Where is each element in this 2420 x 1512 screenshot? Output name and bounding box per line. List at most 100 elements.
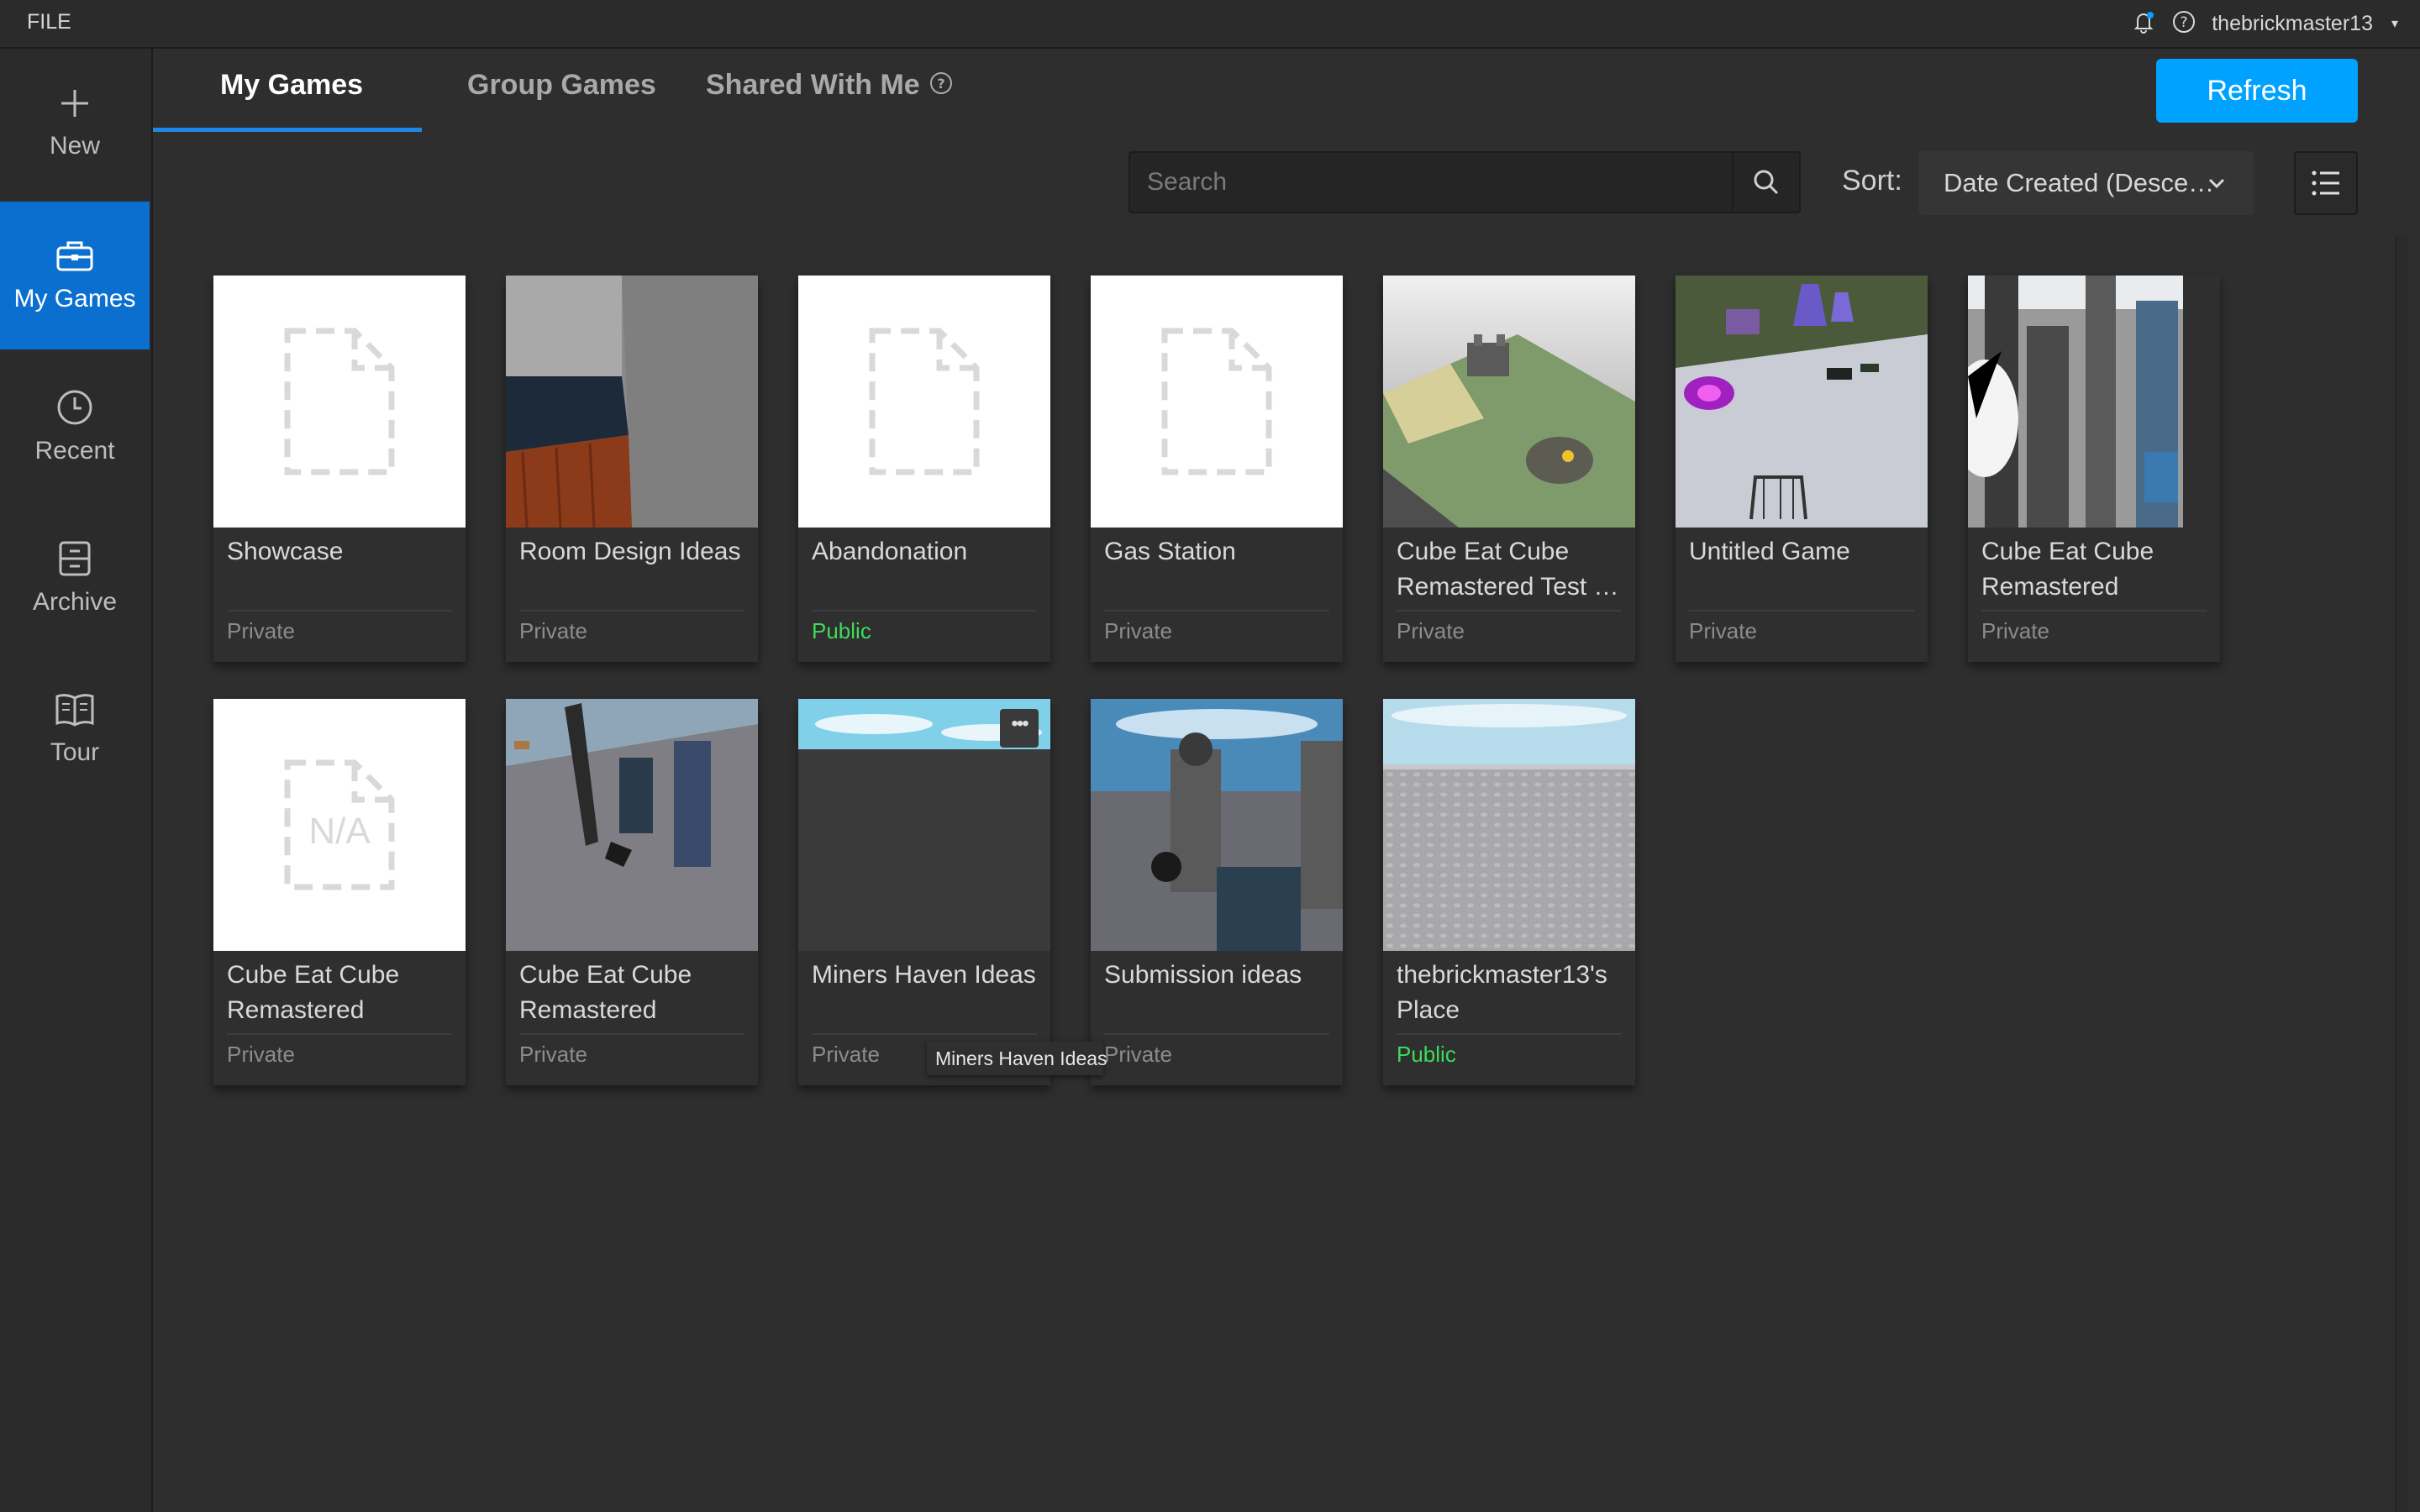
game-thumbnail — [1383, 276, 1635, 528]
file-placeholder-icon — [869, 328, 980, 475]
sidebar-item-my-games[interactable]: My Games — [0, 202, 150, 349]
game-card[interactable]: N/A Cube Eat Cube Remastered Private — [213, 699, 466, 1085]
svg-text:?: ? — [937, 76, 944, 92]
game-thumbnail: N/A — [213, 699, 466, 951]
game-status: Public — [1397, 1042, 1456, 1067]
game-title: Room Design Ideas — [519, 538, 741, 565]
sidebar-item-label: My Games — [13, 285, 136, 312]
sidebar-item-label: Recent — [34, 437, 115, 465]
game-status: Public — [812, 618, 871, 643]
game-card[interactable]: Showcase Private — [213, 276, 466, 662]
game-title: thebrickmaster13's Place — [1397, 961, 1607, 1024]
tab-bar: My Games Group Games Shared With Me? — [153, 49, 2420, 133]
game-render — [1383, 699, 1635, 951]
game-title: Cube Eat Cube Remastered — [1981, 538, 2154, 601]
game-thumbnail — [1968, 276, 2220, 528]
game-card[interactable]: thebrickmaster13's Place Public — [1383, 699, 1635, 1085]
na-label: N/A — [308, 811, 371, 852]
game-render — [1676, 276, 1928, 528]
divider — [519, 1033, 744, 1035]
tab-group-games[interactable]: Group Games — [467, 69, 656, 102]
chevron-down-icon[interactable]: ▾ — [2391, 15, 2398, 32]
divider — [812, 1033, 1037, 1035]
chevron-down-icon — [2208, 178, 2225, 189]
sidebar-item-recent[interactable]: Recent — [0, 353, 150, 501]
game-card[interactable]: Submission ideas Private — [1091, 699, 1343, 1085]
game-status: Private — [1104, 618, 1172, 643]
game-card[interactable]: Abandonation Public — [798, 276, 1050, 662]
games-grid: Showcase Private Room Design Ideas Priva… — [213, 276, 2247, 1116]
search-icon — [1754, 170, 1779, 195]
game-status: Private — [812, 1042, 880, 1067]
game-thumbnail — [506, 276, 758, 528]
game-card[interactable]: Cube Eat Cube Remastered Private — [1968, 276, 2220, 662]
tooltip: Miners Haven Ideas — [927, 1042, 1107, 1075]
game-render — [1091, 699, 1343, 951]
game-render — [506, 276, 758, 528]
sidebar-item-label: New — [49, 132, 100, 160]
divider — [1689, 610, 1914, 612]
divider — [1104, 610, 1329, 612]
bell-icon[interactable] — [2131, 9, 2156, 39]
game-status: Private — [1397, 618, 1465, 643]
game-thumbnail — [213, 276, 466, 528]
divider — [1397, 610, 1622, 612]
clock-icon — [57, 390, 92, 425]
search-input[interactable] — [1130, 153, 1735, 212]
game-status: Private — [227, 618, 295, 643]
sidebar-item-archive[interactable]: Archive — [0, 504, 150, 652]
game-thumbnail — [1091, 276, 1343, 528]
na-placeholder-icon: N/A — [284, 759, 395, 890]
help-icon[interactable]: ? — [929, 71, 954, 103]
refresh-button[interactable]: Refresh — [2156, 59, 2358, 123]
divider — [1104, 1033, 1329, 1035]
file-placeholder-icon — [284, 328, 395, 475]
game-card[interactable]: Cube Eat Cube Remastered Private — [506, 699, 758, 1085]
game-title: Cube Eat Cube Remastered — [519, 961, 692, 1024]
tab-shared-with-me[interactable]: Shared With Me? — [706, 69, 954, 103]
divider — [1397, 1033, 1622, 1035]
game-card[interactable]: Room Design Ideas Private — [506, 276, 758, 662]
sidebar-item-new[interactable]: New — [0, 49, 150, 197]
book-icon — [55, 694, 94, 727]
game-title: Cube Eat Cube Remastered Test … — [1397, 538, 1619, 601]
game-thumbnail — [798, 276, 1050, 528]
username-menu[interactable]: thebrickmaster13 — [2212, 12, 2373, 36]
divider — [227, 1033, 452, 1035]
divider — [1981, 610, 2207, 612]
game-thumbnail — [1091, 699, 1343, 951]
game-title: Showcase — [227, 538, 344, 565]
archive-icon — [59, 541, 91, 576]
list-view-button[interactable] — [2294, 151, 2358, 215]
game-card[interactable]: ••• Miners Haven Ideas Private — [798, 699, 1050, 1085]
game-title: Untitled Game — [1689, 538, 1850, 565]
help-icon[interactable]: ? — [2171, 9, 2196, 39]
game-status: Private — [1104, 1042, 1172, 1067]
game-card[interactable]: Gas Station Private — [1091, 276, 1343, 662]
sort-label: Sort: — [1842, 165, 1902, 197]
search-button[interactable] — [1732, 153, 1799, 212]
game-thumbnail: ••• — [798, 699, 1050, 951]
tab-label: Shared With Me — [706, 69, 920, 101]
divider — [812, 610, 1037, 612]
game-status: Private — [519, 618, 587, 643]
vertical-scrollbar[interactable] — [2395, 237, 2408, 1512]
divider — [519, 610, 744, 612]
more-options-button[interactable]: ••• — [1000, 709, 1039, 748]
game-card[interactable]: Untitled Game Private — [1676, 276, 1928, 662]
list-icon — [2312, 171, 2339, 196]
game-title: Gas Station — [1104, 538, 1236, 565]
file-menu[interactable]: FILE — [27, 10, 71, 34]
game-title: Abandonation — [812, 538, 968, 565]
svg-text:?: ? — [2181, 14, 2188, 31]
game-card[interactable]: Cube Eat Cube Remastered Test … Private — [1383, 276, 1635, 662]
account-area: ? thebrickmaster13 ▾ — [2131, 0, 2398, 47]
file-placeholder-icon — [1161, 328, 1272, 475]
tab-my-games[interactable]: My Games — [220, 69, 363, 102]
sidebar-item-label: Archive — [32, 588, 118, 616]
game-thumbnail — [506, 699, 758, 951]
game-render — [1968, 276, 2220, 528]
game-status: Private — [1689, 618, 1757, 643]
sidebar-item-tour[interactable]: Tour — [0, 655, 150, 803]
sort-dropdown[interactable]: Date Created (Desce… — [1918, 151, 2254, 215]
